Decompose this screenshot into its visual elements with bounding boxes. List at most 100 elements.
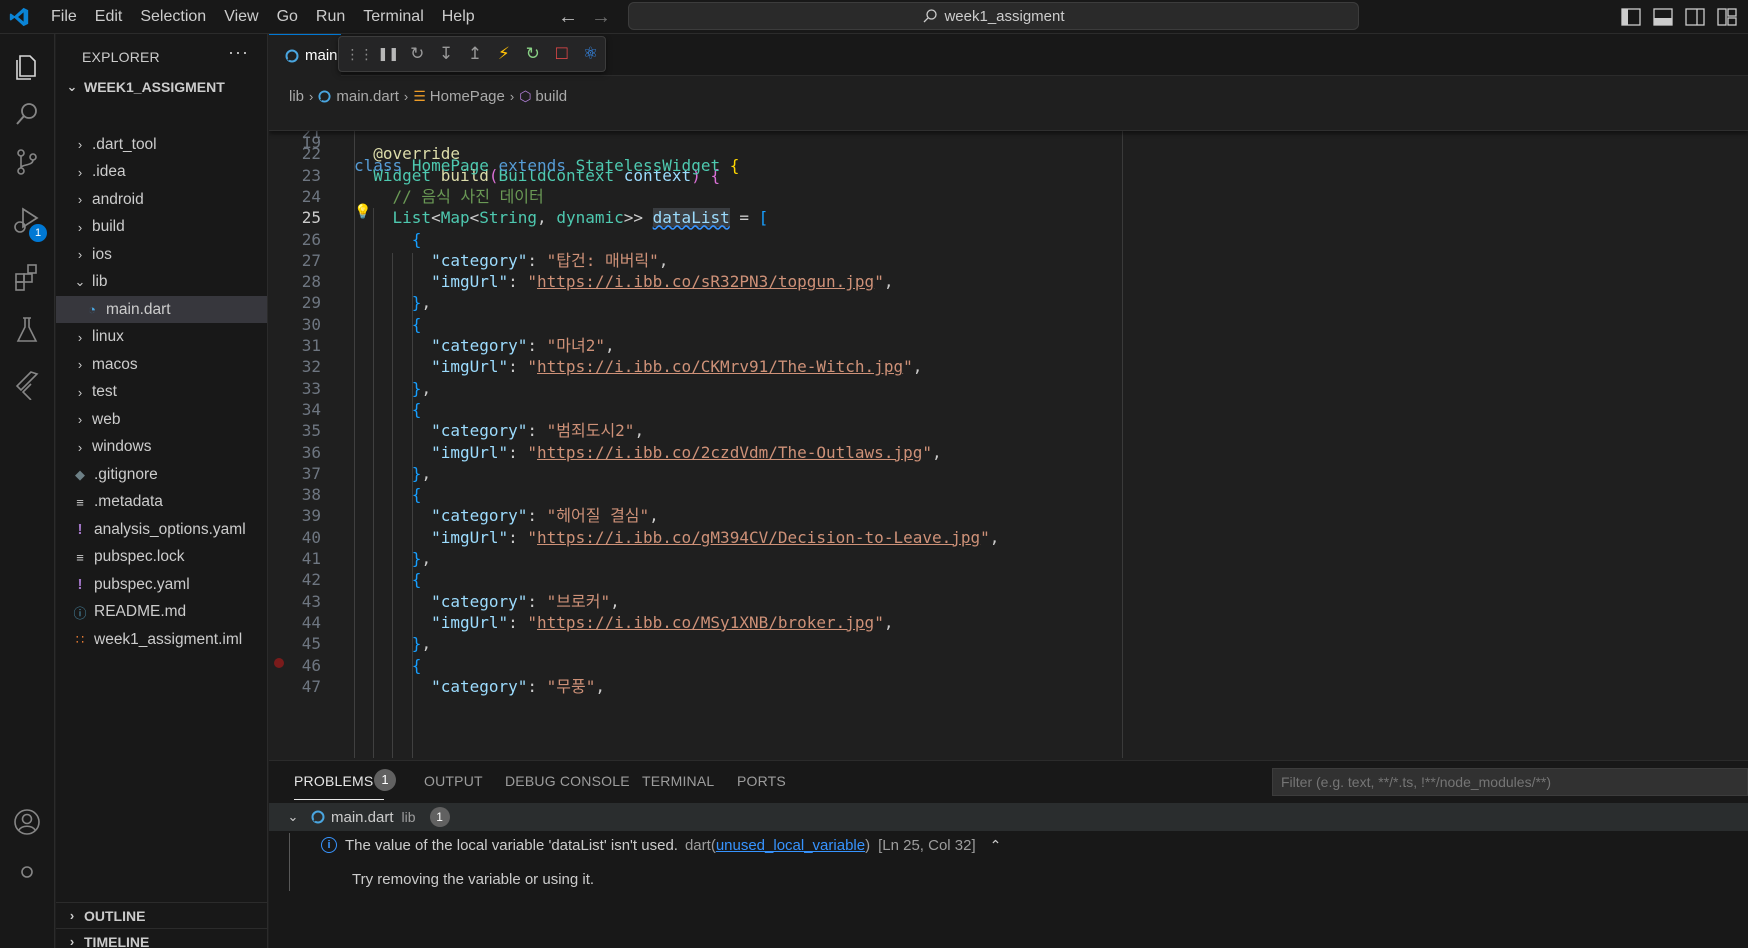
- code-line[interactable]: 47 "category": "무풍",: [269, 675, 1748, 698]
- tree-item[interactable]: ≡ .metadata: [56, 489, 267, 516]
- back-arrow-icon[interactable]: ←: [556, 5, 580, 29]
- menu-run[interactable]: Run: [307, 0, 354, 34]
- search-icon[interactable]: [11, 98, 43, 130]
- testing-icon[interactable]: [11, 314, 43, 346]
- tree-item[interactable]: ≡ pubspec.lock: [56, 544, 267, 571]
- tree-item[interactable]: ⌄ lib: [56, 269, 267, 296]
- breadcrumb-lib[interactable]: lib: [289, 88, 304, 105]
- tree-item[interactable]: › windows: [56, 434, 267, 461]
- tab-ports[interactable]: PORTS: [737, 773, 786, 789]
- tree-item[interactable]: ◆ .gitignore: [56, 461, 267, 488]
- explorer-icon[interactable]: [11, 50, 43, 82]
- tree-item[interactable]: › linux: [56, 324, 267, 351]
- devtools-icon[interactable]: ⚛: [576, 38, 605, 70]
- more-actions-icon[interactable]: ···: [228, 42, 249, 63]
- code-line[interactable]: 26 {: [269, 228, 1748, 251]
- tab-terminal[interactable]: TERMINAL: [642, 773, 714, 789]
- command-center-search[interactable]: week1_assigment: [628, 2, 1359, 30]
- tree-item[interactable]: ! pubspec.yaml: [56, 571, 267, 598]
- flutter-icon[interactable]: [11, 368, 43, 400]
- workspace-root[interactable]: ⌄ WEEK1_ASSIGMENT: [56, 74, 267, 100]
- pause-icon[interactable]: ❚❚: [374, 38, 403, 70]
- tree-item[interactable]: › macos: [56, 351, 267, 378]
- restart-icon[interactable]: ↻: [518, 38, 547, 70]
- menu-selection[interactable]: Selection: [131, 0, 215, 34]
- problems-filter-input[interactable]: [1272, 768, 1748, 796]
- menu-help[interactable]: Help: [433, 0, 484, 34]
- code-line[interactable]: 46 {: [269, 654, 1748, 677]
- tab-main-dart[interactable]: main.dart: [269, 34, 341, 76]
- sticky-scroll-line[interactable]: 19 class HomePage extends StatelessWidge…: [269, 108, 1748, 175]
- code-line[interactable]: 37 },: [269, 462, 1748, 485]
- tree-item[interactable]: › test: [56, 379, 267, 406]
- breadcrumb-method[interactable]: build: [535, 88, 567, 105]
- code-line[interactable]: 35 "category": "범죄도시2",: [269, 419, 1748, 442]
- code-line[interactable]: 27 "category": "탑건: 매버릭",: [269, 249, 1748, 272]
- chevron-up-icon[interactable]: ⌃: [990, 837, 1002, 854]
- breadcrumb-class[interactable]: HomePage: [430, 88, 505, 105]
- tree-item[interactable]: › .idea: [56, 159, 267, 186]
- code-line[interactable]: 33 },: [269, 377, 1748, 400]
- step-into-icon[interactable]: ↧: [432, 38, 461, 70]
- manage-gear-icon[interactable]: [11, 856, 43, 888]
- customize-layout-icon[interactable]: [1716, 6, 1738, 28]
- code-line[interactable]: 30 {: [269, 313, 1748, 336]
- code-line[interactable]: 34 {: [269, 398, 1748, 421]
- code-line[interactable]: 32 "imgUrl": "https://i.ibb.co/CKMrv91/T…: [269, 355, 1748, 378]
- toggle-primary-sidebar-icon[interactable]: [1620, 6, 1642, 28]
- code-line[interactable]: 40 "imgUrl": "https://i.ibb.co/gM394CV/D…: [269, 526, 1748, 549]
- tree-item[interactable]: ⓘ README.md: [56, 599, 267, 626]
- menu-view[interactable]: View: [215, 0, 267, 34]
- code-line[interactable]: 44 "imgUrl": "https://i.ibb.co/MSy1XNB/b…: [269, 611, 1748, 634]
- step-out-icon[interactable]: ↥: [461, 38, 490, 70]
- code-line[interactable]: 41 },: [269, 547, 1748, 570]
- menu-file[interactable]: File: [42, 0, 86, 34]
- problem-row[interactable]: i The value of the local variable 'dataL…: [269, 831, 1748, 859]
- drag-handle-icon[interactable]: ⋮⋮: [345, 38, 374, 70]
- code-editor[interactable]: 21 22 @override 23 Widget build(BuildConte…: [269, 108, 1748, 758]
- code-line[interactable]: 29 },: [269, 291, 1748, 314]
- code-line[interactable]: 31 "category": "마녀2",: [269, 334, 1748, 357]
- problem-file-group[interactable]: ⌄ main.dart lib 1: [269, 803, 1748, 831]
- outline-section[interactable]: › OUTLINE: [56, 902, 267, 928]
- menu-terminal[interactable]: Terminal: [354, 0, 432, 34]
- tree-item[interactable]: › .dart_tool: [56, 131, 267, 158]
- source-control-icon[interactable]: [11, 146, 43, 178]
- extensions-icon[interactable]: [11, 261, 43, 293]
- step-over-icon[interactable]: ↻: [403, 38, 432, 70]
- tree-item[interactable]: › android: [56, 186, 267, 213]
- tree-item[interactable]: › ios: [56, 241, 267, 268]
- toggle-panel-icon[interactable]: [1652, 6, 1674, 28]
- tree-item[interactable]: › web: [56, 406, 267, 433]
- hot-reload-icon[interactable]: ⚡: [489, 38, 518, 70]
- lightbulb-icon[interactable]: 💡: [354, 204, 371, 220]
- accounts-icon[interactable]: [11, 806, 43, 838]
- menu-edit[interactable]: Edit: [86, 0, 132, 34]
- code-line[interactable]: 45 },: [269, 632, 1748, 655]
- code-line[interactable]: 43 "category": "브로커",: [269, 590, 1748, 613]
- toggle-secondary-sidebar-icon[interactable]: [1684, 6, 1706, 28]
- code-line[interactable]: 24 // 음식 사진 데이터: [269, 185, 1748, 208]
- stop-icon[interactable]: □: [547, 38, 576, 70]
- tab-problems[interactable]: PROBLEMS: [294, 773, 373, 789]
- line-number: 31: [301, 336, 321, 355]
- code-line[interactable]: 28 "imgUrl": "https://i.ibb.co/sR32PN3/t…: [269, 270, 1748, 293]
- tree-item[interactable]: ! analysis_options.yaml: [56, 516, 267, 543]
- forward-arrow-icon[interactable]: →: [589, 5, 613, 29]
- problem-code-link[interactable]: unused_local_variable: [716, 837, 865, 854]
- code-line[interactable]: 39 "category": "헤어질 결심",: [269, 504, 1748, 527]
- tab-output[interactable]: OUTPUT: [424, 773, 483, 789]
- tree-item[interactable]: ∷ week1_assigment.iml: [56, 626, 267, 653]
- line-number: 25: [301, 208, 321, 228]
- menu-go[interactable]: Go: [268, 0, 307, 34]
- code-line[interactable]: 42 {: [269, 568, 1748, 591]
- breadcrumb-file[interactable]: main.dart: [336, 88, 399, 105]
- code-line[interactable]: 25 List<Map<String, dynamic>> dataList =…: [269, 206, 1748, 229]
- tab-debug-console[interactable]: DEBUG CONSOLE: [505, 773, 630, 789]
- tree-item[interactable]: › build: [56, 214, 267, 241]
- code-line[interactable]: 36 "imgUrl": "https://i.ibb.co/2czdVdm/T…: [269, 441, 1748, 464]
- breakpoint-icon[interactable]: [274, 658, 284, 668]
- tree-item[interactable]: ◔ main.dart: [56, 296, 267, 323]
- code-line[interactable]: 38 {: [269, 483, 1748, 506]
- timeline-section[interactable]: › TIMELINE: [56, 928, 267, 948]
